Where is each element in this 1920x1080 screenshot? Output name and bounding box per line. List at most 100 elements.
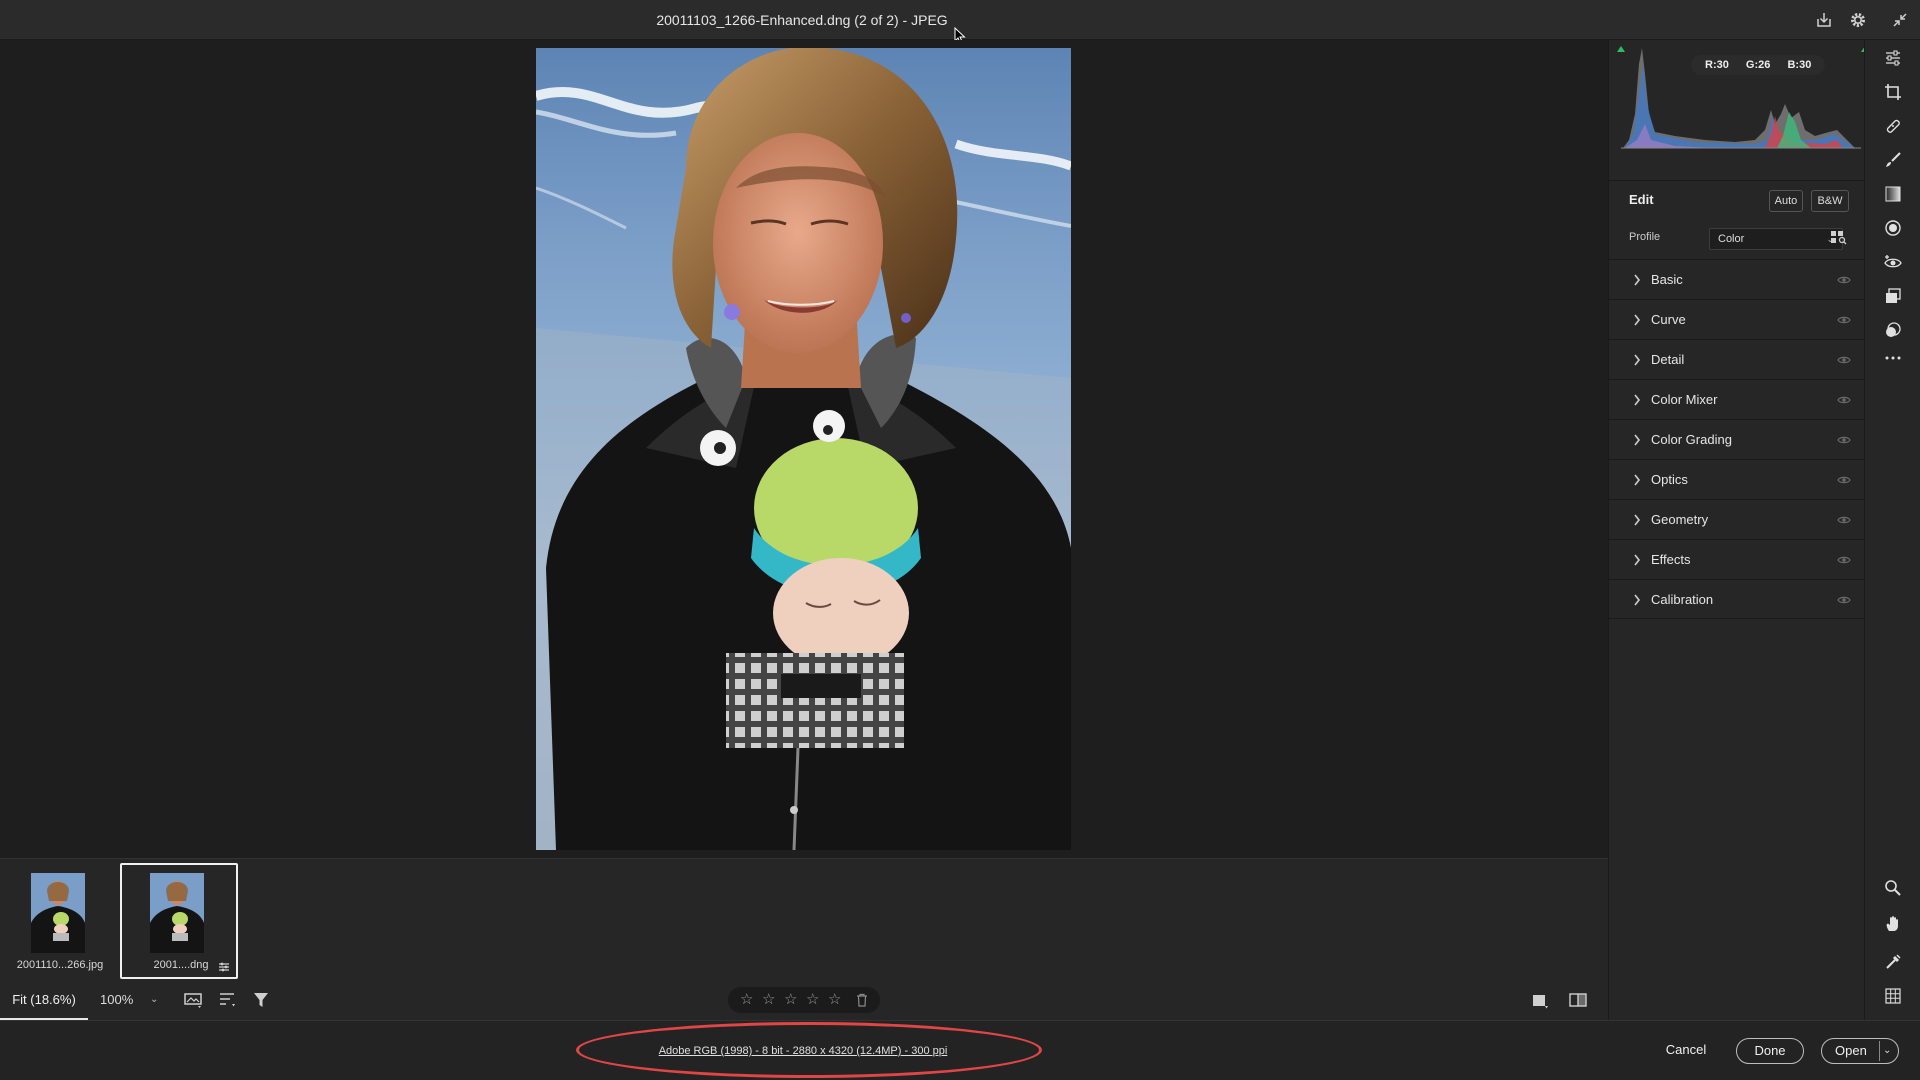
view-toolbar: Fit (18.6%) 100% ⌄ ☆ ☆ ☆ ☆ ☆ xyxy=(0,980,1608,1020)
bw-button[interactable]: B&W xyxy=(1811,190,1849,212)
more-icon[interactable] xyxy=(1881,346,1905,370)
star-3-icon[interactable]: ☆ xyxy=(784,990,797,1008)
section-basic[interactable]: Basic xyxy=(1609,259,1865,299)
radial-gradient-icon[interactable] xyxy=(1881,216,1905,240)
chevron-right-icon xyxy=(1634,314,1641,326)
section-geometry[interactable]: Geometry xyxy=(1609,499,1865,539)
profile-label: Profile xyxy=(1629,231,1661,243)
thumbnail-label: 2001110...266.jpg xyxy=(16,959,104,971)
visibility-eye-icon[interactable] xyxy=(1837,313,1851,327)
trash-icon[interactable] xyxy=(856,993,868,1007)
edit-header: Edit Auto B&W xyxy=(1609,180,1865,220)
visibility-eye-icon[interactable] xyxy=(1837,353,1851,367)
fit-zoom-button[interactable]: Fit (18.6%) xyxy=(0,980,88,1020)
visibility-eye-icon[interactable] xyxy=(1837,473,1851,487)
visibility-eye-icon[interactable] xyxy=(1837,393,1851,407)
star-1-icon[interactable]: ☆ xyxy=(740,990,753,1008)
b-label: B: xyxy=(1787,59,1800,71)
edit-sliders-icon[interactable] xyxy=(1881,46,1905,70)
save-icon[interactable] xyxy=(1812,8,1836,32)
r-label: R: xyxy=(1705,59,1717,71)
section-curve[interactable]: Curve xyxy=(1609,299,1865,339)
filmstrip-thumbnail-1[interactable]: 2001110...266.jpg xyxy=(1,863,119,979)
star-2-icon[interactable]: ☆ xyxy=(762,990,775,1008)
chevron-right-icon xyxy=(1634,434,1641,446)
chevron-right-icon xyxy=(1634,274,1641,286)
done-button[interactable]: Done xyxy=(1736,1038,1804,1064)
star-5-icon[interactable]: ☆ xyxy=(828,990,841,1008)
profile-value: Color xyxy=(1718,233,1745,245)
chevron-right-icon xyxy=(1634,474,1641,486)
crop-icon[interactable] xyxy=(1881,80,1905,104)
section-label: Calibration xyxy=(1651,592,1714,607)
visibility-eye-icon[interactable] xyxy=(1837,553,1851,567)
preview-image xyxy=(536,48,1071,850)
rgb-readout: R:30 G:26 B:30 xyxy=(1691,55,1826,75)
hand-icon[interactable] xyxy=(1881,912,1905,936)
settings-gear-icon[interactable] xyxy=(1846,8,1870,32)
healing-icon[interactable] xyxy=(1881,114,1905,138)
edited-badge-icon xyxy=(219,962,229,972)
visibility-eye-icon[interactable] xyxy=(1837,433,1851,447)
filmstrip-view-icon[interactable] xyxy=(184,990,204,1010)
chevron-right-icon xyxy=(1634,554,1641,566)
presets-icon[interactable] xyxy=(1881,318,1905,342)
edit-sections: Basic Curve Detail Color Mixer Color Gra xyxy=(1609,259,1865,619)
b-value: 30 xyxy=(1799,59,1812,71)
section-label: Geometry xyxy=(1651,512,1709,527)
visibility-eye-icon[interactable] xyxy=(1837,273,1851,287)
annotation-ellipse xyxy=(576,1022,1042,1078)
before-after-view-icon[interactable] xyxy=(1568,990,1588,1010)
section-label: Color Mixer xyxy=(1651,392,1718,407)
g-label: G: xyxy=(1745,59,1759,71)
zoom-level-select[interactable]: 100% xyxy=(100,980,133,1020)
section-label: Detail xyxy=(1651,352,1685,367)
section-label: Color Grading xyxy=(1651,432,1732,447)
histogram: R:30 G:26 B:30 xyxy=(1615,44,1875,152)
auto-button[interactable]: Auto xyxy=(1769,190,1803,212)
snapshots-icon[interactable] xyxy=(1881,284,1905,308)
chevron-right-icon xyxy=(1634,594,1641,606)
section-color-mixer[interactable]: Color Mixer xyxy=(1609,379,1865,419)
visibility-eye-icon[interactable] xyxy=(1837,593,1851,607)
single-view-icon[interactable] xyxy=(1530,990,1550,1010)
chevron-right-icon xyxy=(1634,354,1641,366)
red-eye-icon[interactable] xyxy=(1881,250,1905,274)
section-label: Effects xyxy=(1651,552,1691,567)
sort-icon[interactable] xyxy=(218,990,238,1010)
grid-icon[interactable] xyxy=(1881,984,1905,1008)
chevron-down-icon[interactable]: ⌄ xyxy=(150,980,158,1020)
image-canvas[interactable] xyxy=(0,40,1608,858)
section-label: Curve xyxy=(1651,312,1686,327)
section-detail[interactable]: Detail xyxy=(1609,339,1865,379)
cancel-button[interactable]: Cancel xyxy=(1646,1038,1726,1064)
section-effects[interactable]: Effects xyxy=(1609,539,1865,579)
zoom-icon[interactable] xyxy=(1881,876,1905,900)
section-optics[interactable]: Optics xyxy=(1609,459,1865,499)
section-calibration[interactable]: Calibration xyxy=(1609,579,1865,619)
brush-icon[interactable] xyxy=(1881,148,1905,172)
open-button-divider xyxy=(1879,1041,1880,1061)
star-rating: ☆ ☆ ☆ ☆ ☆ xyxy=(728,987,880,1013)
star-4-icon[interactable]: ☆ xyxy=(806,990,819,1008)
color-sampler-icon[interactable] xyxy=(1881,950,1905,974)
g-value: 26 xyxy=(1758,59,1771,71)
chevron-right-icon xyxy=(1634,394,1641,406)
r-value: 30 xyxy=(1716,59,1729,71)
tool-strip xyxy=(1864,40,1920,1020)
camera-raw-window: 20011103_1266-Enhanced.dng (2 of 2) - JP… xyxy=(0,0,1920,1080)
filter-icon[interactable] xyxy=(252,990,272,1010)
section-color-grading[interactable]: Color Grading xyxy=(1609,419,1865,459)
filmstrip-thumbnail-2[interactable]: 2001....dng xyxy=(120,863,238,979)
visibility-eye-icon[interactable] xyxy=(1837,513,1851,527)
section-label: Optics xyxy=(1651,472,1688,487)
profile-browser-icon[interactable] xyxy=(1830,229,1850,249)
chevron-right-icon xyxy=(1634,514,1641,526)
open-options-chevron-icon[interactable]: ⌄ xyxy=(1883,1038,1891,1064)
collapse-icon[interactable] xyxy=(1888,8,1912,32)
linear-gradient-icon[interactable] xyxy=(1881,182,1905,206)
section-label: Basic xyxy=(1651,272,1683,287)
edit-title: Edit xyxy=(1629,192,1654,207)
profile-row: Profile Color ⌄ xyxy=(1609,220,1865,258)
profile-select[interactable]: Color ⌄ xyxy=(1709,228,1843,250)
